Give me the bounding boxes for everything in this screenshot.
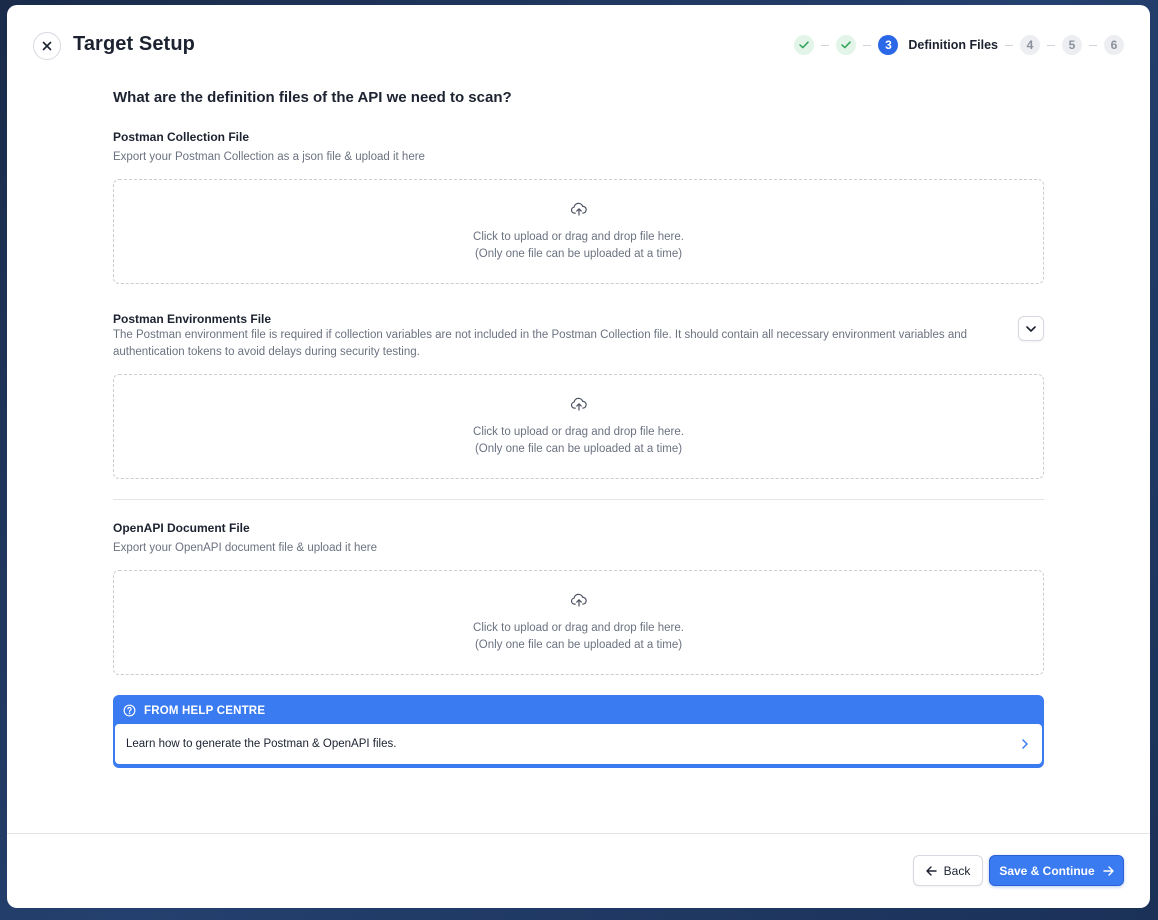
section-divider (113, 499, 1044, 500)
cloud-upload-icon (570, 202, 587, 216)
expand-environments-button[interactable] (1018, 316, 1044, 341)
back-button[interactable]: Back (913, 855, 983, 886)
help-centre-heading: FROM HELP CENTRE (144, 704, 266, 717)
chevron-down-icon (1026, 325, 1036, 332)
cloud-upload-icon (570, 397, 587, 411)
check-icon (841, 41, 852, 49)
step-separator (863, 44, 872, 46)
postman-collection-dropzone[interactable]: Click to upload or drag and drop file he… (113, 179, 1044, 284)
dropzone-line-2: (Only one file can be uploaded at a time… (474, 638, 683, 651)
step-separator (821, 44, 830, 46)
dropzone-line-2: (Only one file can be uploaded at a time… (474, 247, 683, 260)
step-3-current: 3 (878, 35, 899, 55)
back-button-label: Back (943, 863, 971, 878)
help-centre-card: FROM HELP CENTRE Learn how to generate t… (113, 695, 1044, 768)
chevron-right-icon (1022, 739, 1028, 749)
help-centre-header: FROM HELP CENTRE (115, 697, 1042, 724)
current-step-label: Definition Files (908, 38, 998, 52)
postman-collection-title: Postman Collection File (113, 130, 250, 144)
postman-environments-description: The Postman environment file is required… (113, 329, 968, 358)
arrow-right-icon (1102, 865, 1114, 876)
dropzone-line-1: Click to upload or drag and drop file he… (473, 231, 684, 243)
dropzone-instructions: Click to upload or drag and drop file he… (473, 424, 684, 457)
help-article-link[interactable]: Learn how to generate the Postman & Open… (115, 724, 1042, 764)
openapi-document-dropzone[interactable]: Click to upload or drag and drop file he… (113, 570, 1044, 675)
dropzone-line-1: Click to upload or drag and drop file he… (473, 426, 684, 438)
check-icon (799, 41, 810, 49)
close-icon (42, 41, 52, 51)
step-separator (1089, 44, 1097, 46)
progress-stepper: 3 Definition Files 4 5 6 (794, 34, 1124, 56)
dropzone-line-2: (Only one file can be uploaded at a time… (474, 442, 683, 455)
target-setup-modal: Target Setup 3 Definition Files 4 5 6 Wh… (7, 5, 1150, 908)
step-separator (1047, 44, 1055, 46)
step-2-completed (836, 35, 857, 55)
arrow-left-icon (925, 865, 937, 876)
step-1-completed (794, 35, 815, 55)
postman-environments-dropzone[interactable]: Click to upload or drag and drop file he… (113, 374, 1044, 479)
step-separator (1005, 44, 1013, 46)
step-4: 4 (1020, 35, 1040, 55)
cloud-upload-icon (570, 593, 587, 607)
postman-collection-description: Export your Postman Collection as a json… (113, 151, 425, 163)
dropzone-line-1: Click to upload or drag and drop file he… (473, 622, 684, 634)
close-button[interactable] (33, 32, 61, 60)
dropzone-instructions: Click to upload or drag and drop file he… (473, 229, 684, 262)
step-6: 6 (1104, 35, 1124, 55)
page-title: Target Setup (73, 33, 195, 55)
save-continue-label: Save & Continue (999, 863, 1095, 878)
dropzone-instructions: Click to upload or drag and drop file he… (473, 620, 684, 653)
openapi-document-title: OpenAPI Document File (113, 521, 250, 535)
form-question: What are the definition files of the API… (113, 89, 512, 106)
help-article-text: Learn how to generate the Postman & Open… (126, 738, 397, 750)
footer-divider (7, 833, 1150, 834)
openapi-document-description: Export your OpenAPI document file & uplo… (113, 542, 378, 554)
step-5: 5 (1062, 35, 1082, 55)
help-circle-icon (123, 704, 136, 717)
save-continue-button[interactable]: Save & Continue (989, 855, 1124, 886)
postman-environments-title: Postman Environments File (113, 312, 272, 326)
